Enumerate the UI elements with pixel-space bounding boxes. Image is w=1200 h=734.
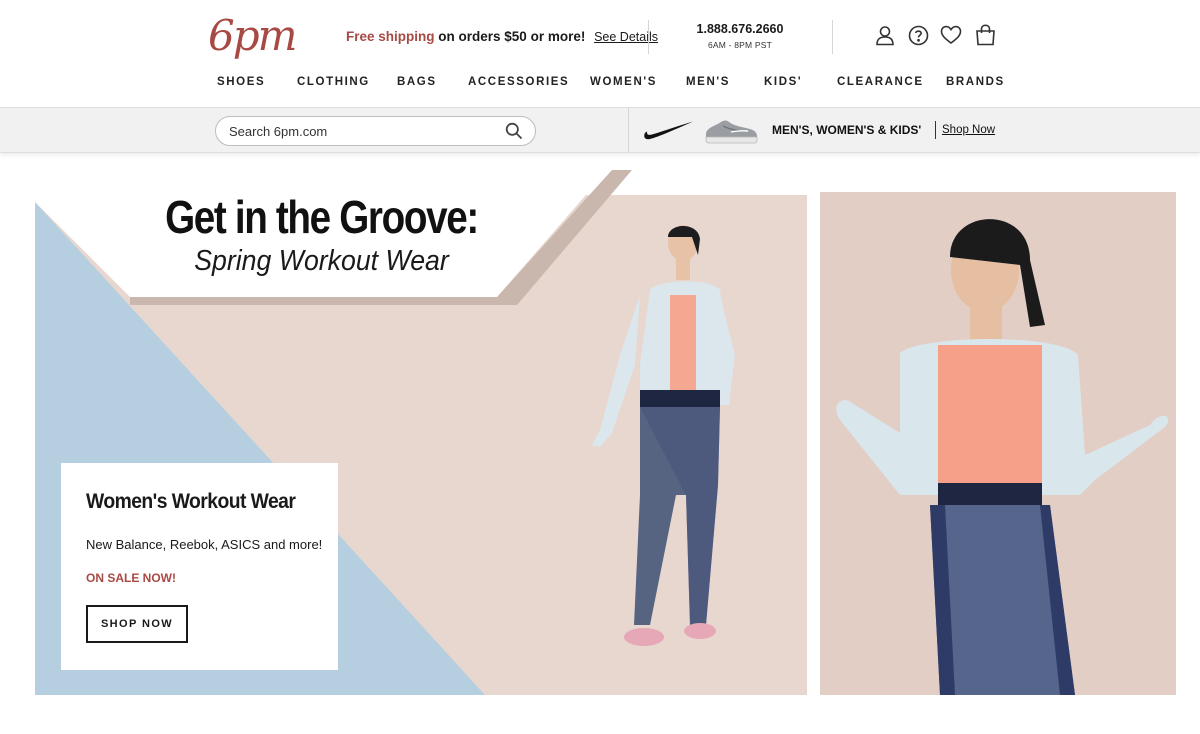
nav-item-clothing[interactable]: CLOTHING [297, 76, 370, 88]
shipping-promo: Free shipping on orders $50 or more! See… [346, 29, 658, 44]
sneaker-icon [705, 120, 758, 144]
nav-item-accessories[interactable]: ACCESSORIES [468, 76, 569, 88]
nav-item-womens[interactable]: WOMEN'S [590, 76, 657, 88]
nike-banner-text: MEN'S, WOMEN'S & KIDS' [772, 123, 922, 137]
nav-item-kids[interactable]: KIDS' [764, 76, 802, 88]
search-strip: MEN'S, WOMEN'S & KIDS' Shop Now [0, 107, 1200, 153]
sale-label: ON SALE NOW! [86, 571, 176, 585]
header-divider [648, 20, 649, 54]
shop-now-link[interactable]: Shop Now [942, 124, 995, 136]
nav-item-clearance[interactable]: CLEARANCE [837, 76, 924, 88]
favorites-heart-icon[interactable] [940, 24, 962, 46]
shopping-bag-icon[interactable] [974, 24, 996, 46]
card-title: Women's Workout Wear [86, 490, 296, 513]
nav-item-bags[interactable]: BAGS [397, 76, 437, 88]
main-nav: SHOES CLOTHING BAGS ACCESSORIES WOMEN'S … [0, 76, 1200, 98]
hero-subheadline: Spring Workout Wear [194, 245, 449, 277]
nike-banner-divider [935, 121, 936, 139]
phone-number[interactable]: 1.888.676.2660 [660, 22, 820, 36]
promo-highlight: Free shipping [346, 29, 435, 44]
search-divider [628, 108, 629, 153]
nav-item-mens[interactable]: MEN'S [686, 76, 730, 88]
promo-text: on orders $50 or more! [438, 29, 586, 44]
search-input[interactable] [215, 116, 536, 146]
site-header: 6pm Free shipping on orders $50 or more!… [0, 0, 1200, 70]
hero-headline: Get in the Groove: [165, 191, 479, 243]
promo-card: Women's Workout Wear New Balance, Reebok… [61, 463, 338, 670]
shop-now-button[interactable]: SHOP NOW [86, 605, 188, 643]
card-subtitle: New Balance, Reebok, ASICS and more! [86, 537, 323, 552]
support-hours: 6AM - 8PM PST [707, 40, 772, 50]
nav-item-brands[interactable]: BRANDS [946, 76, 1005, 88]
search-icon[interactable] [503, 121, 525, 141]
site-logo[interactable]: 6pm [208, 8, 297, 64]
header-divider [832, 20, 833, 54]
account-icon[interactable] [874, 24, 896, 46]
hero-banner[interactable]: Get in the Groove: Spring Workout Wear W… [0, 165, 1200, 705]
nike-swoosh-icon [644, 121, 693, 140]
help-icon[interactable] [907, 24, 929, 46]
nav-item-shoes[interactable]: SHOES [217, 76, 265, 88]
